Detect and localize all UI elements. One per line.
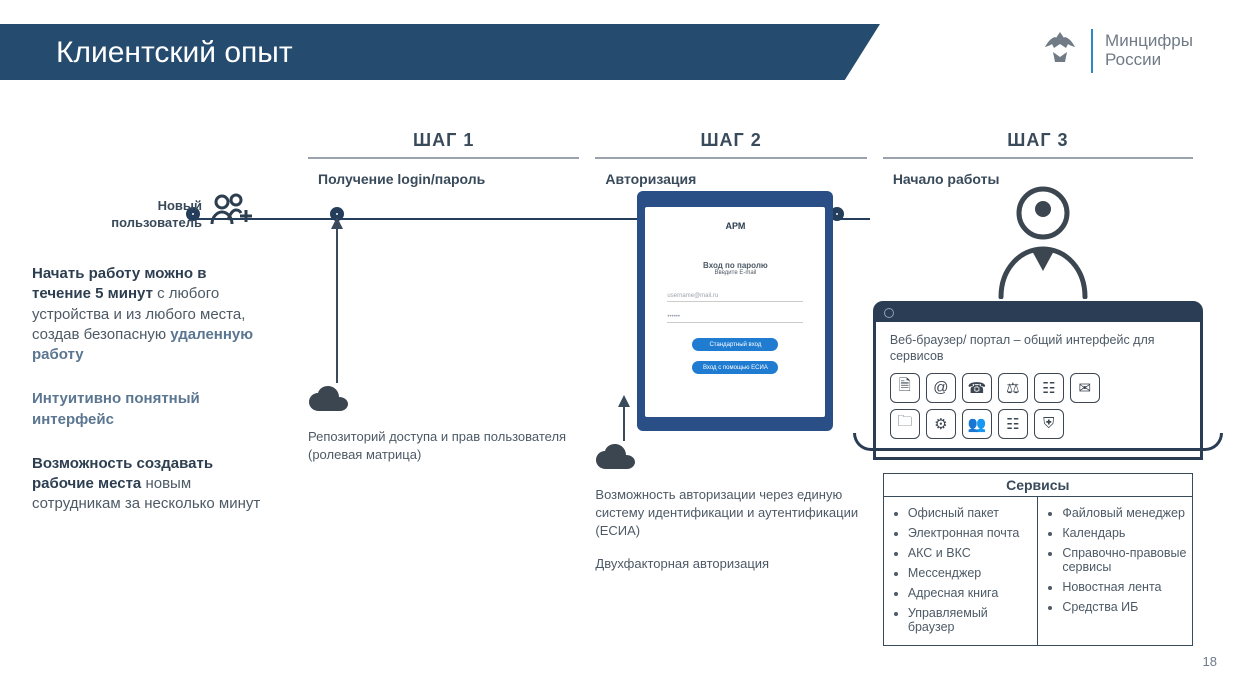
add-user-icon [210,192,254,237]
laptop-screen-text: Веб-браузер/ портал – общий интерфейс дл… [890,332,1186,365]
step1-body: Репозиторий доступа и прав пользователя … [308,195,579,573]
phone-icon: ☎ [962,373,992,403]
step3-body: Веб-браузер/ портал – общий интерфейс дл… [883,195,1193,573]
service-item: Новостная лента [1062,577,1188,597]
login-title: Вход по паролю [703,261,768,270]
step2-body: АРМ Вход по паролю Введите E-mail userna… [595,195,866,573]
services-title: Сервисы [884,474,1192,496]
step1-header: ШАГ 1 Получение login/пароль [308,130,579,187]
service-item: Файловый менеджер [1062,503,1188,523]
service-item: АКС и ВКС [908,543,1034,563]
left-paragraph-1: Начать работу можно в течение 5 минут с … [32,264,264,365]
services-box: Сервисы Офисный пакетЭлектронная почтаАК… [883,473,1193,646]
cloud-icon [595,458,637,475]
cloud-icon [308,400,350,417]
step2-caption-1: Возможность авторизации через единую сис… [595,486,866,541]
step3-divider [883,157,1193,159]
step1-caption: Репозиторий доступа и прав пользователя … [308,428,579,464]
service-icon-row-1: 🗎 @ ☎ ⚖ ☷ ✉ [890,373,1186,403]
login-password-field: •••••• [667,312,803,323]
eagle-icon [1041,28,1079,73]
step2-header: ШАГ 2 Авторизация [595,130,866,187]
slide-body: ШАГ 1 Получение login/пароль ШАГ 2 Автор… [0,80,1233,573]
step2-divider [595,157,866,159]
news-icon: ☷ [1034,373,1064,403]
service-item: Электронная почта [908,523,1034,543]
logo-line1: Минцифры [1105,32,1193,51]
login-email-field: username@mail.ru [667,291,803,302]
left-column: Новый пользователь Начать работу можно в… [32,198,264,515]
left-paragraph-2: Интуитивно понятный интерфейс [32,389,264,430]
tablet-screen: АРМ Вход по паролю Введите E-mail userna… [645,207,825,417]
left-paragraph-3: Возможность создавать рабочие места новы… [32,454,264,515]
logo-text: Минцифры России [1105,32,1193,69]
mail-icon: ✉ [1070,373,1100,403]
service-item: Справочно-правовые сервисы [1062,543,1188,577]
logo-separator [1091,29,1093,73]
service-item: Календарь [1062,523,1188,543]
step1-subtitle: Получение login/пароль [308,167,579,187]
tablet-brand: АРМ [725,221,745,231]
browser-globe-icon [884,308,894,318]
tablet-mock: АРМ Вход по паролю Введите E-mail userna… [637,191,833,431]
page-number: 18 [1203,654,1217,669]
services-col-1: Офисный пакетЭлектронная почтаАКС и ВКСМ… [884,497,1039,645]
scales-icon: ⚖ [998,373,1028,403]
logo-block: Минцифры России [1041,28,1193,73]
service-item: Офисный пакет [908,503,1034,523]
at-sign-icon: @ [926,373,956,403]
service-item: Адресная книга [908,583,1034,603]
step2-subtitle: Авторизация [595,167,866,187]
service-item: Средства ИБ [1062,597,1188,617]
laptop-base [853,433,1223,451]
document-icon: 🗎 [890,373,920,403]
step2-title: ШАГ 2 [595,130,866,151]
login-standard-button: Стандартный вход [692,338,778,351]
steps-body-row: Репозиторий доступа и прав пользователя … [308,195,1193,573]
person-icon [983,179,1103,304]
login-subtitle: Введите E-mail [714,270,756,276]
services-col-2: Файловый менеджерКалендарьСправочно-прав… [1038,497,1192,645]
step2-caption-2: Двухфакторная авторизация [595,555,866,573]
step3-title: ШАГ 3 [883,130,1193,151]
step2-up-arrow-icon [613,393,635,448]
step1-up-arrow-icon [326,215,348,390]
logo-line2: России [1105,51,1193,70]
login-esia-button: Вход с помощью ЕСИА [692,361,778,374]
slide-header: Клиентский опыт Минцифры России [0,0,1233,80]
step1-divider [308,157,579,159]
step1-title: ШАГ 1 [308,130,579,151]
service-item: Управляемый браузер [908,603,1034,637]
service-item: Мессенджер [908,563,1034,583]
